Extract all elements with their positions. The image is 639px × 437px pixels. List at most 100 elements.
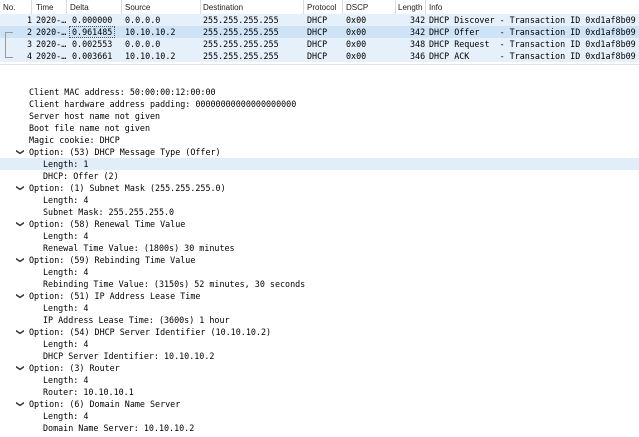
chevron-down-icon[interactable]: ❯	[14, 291, 26, 301]
tree-item[interactable]: Magic cookie: DHCP	[0, 134, 639, 146]
packet-dscp: 0x00	[346, 51, 367, 61]
packet-time: 2020-…	[36, 39, 67, 49]
packet-length: 342	[410, 15, 426, 25]
tree-item[interactable]: DHCP Server Identifier: 10.10.10.2	[0, 350, 639, 362]
packet-row[interactable]: 4 2020-… 0.003661 10.10.10.2 255.255.255…	[0, 50, 639, 62]
tree-item-label: Subnet Mask: 255.255.255.0	[43, 207, 175, 217]
packet-protocol: DHCP	[307, 51, 328, 61]
packet-delta: 0.961485	[69, 26, 116, 38]
related-packet-marker	[5, 32, 13, 33]
tree-item-label: Length: 4	[43, 411, 89, 421]
tree-item[interactable]: Length: 4	[0, 302, 639, 314]
tree-item-label: Length: 1	[43, 159, 89, 169]
related-packet-marker	[5, 57, 13, 58]
packet-source: 0.0.0.0	[125, 39, 161, 49]
tree-item-label: Boot file name not given	[29, 123, 151, 133]
tree-item-label: Rebinding Time Value: (3150s) 52 minutes…	[43, 279, 306, 289]
tree-item[interactable]: DHCP: Offer (2)	[0, 170, 639, 182]
tree-item-option-51[interactable]: ❯ Option: (51) IP Address Lease Time	[0, 290, 639, 302]
column-header-source[interactable]: Source	[125, 3, 150, 12]
packet-length: 342	[410, 27, 426, 37]
tree-item-label: Length: 4	[43, 267, 89, 277]
packet-row[interactable]: 3 2020-… 0.002553 0.0.0.0 255.255.255.25…	[0, 38, 639, 50]
packet-no: 3	[27, 39, 33, 49]
tree-item-label: Option: (53) DHCP Message Type (Offer)	[29, 147, 221, 157]
tree-item-label: Domain Name Server: 10.10.10.2	[43, 423, 195, 433]
packet-delta: 0.000000	[72, 15, 113, 25]
tree-item-option-1[interactable]: ❯ Option: (1) Subnet Mask (255.255.255.0)	[0, 182, 639, 194]
tree-item-label: Client hardware address padding: 0000000…	[29, 99, 297, 109]
tree-item[interactable]: Subnet Mask: 255.255.255.0	[0, 206, 639, 218]
packet-dscp: 0x00	[346, 39, 367, 49]
packet-info: DHCP Discover - Transaction ID 0xd1af8b0…	[429, 15, 636, 25]
packet-details-tree: Client MAC address: 50:00:00:12:00:00 Cl…	[0, 86, 639, 437]
chevron-down-icon[interactable]: ❯	[14, 363, 26, 373]
tree-item[interactable]: Length: 4	[0, 338, 639, 350]
tree-item[interactable]: Length: 4	[0, 374, 639, 386]
related-packet-line	[5, 32, 6, 58]
packet-row[interactable]: 1 2020-… 0.000000 0.0.0.0 255.255.255.25…	[0, 14, 639, 26]
column-header-time[interactable]: Time	[36, 3, 53, 12]
tree-item-label: Option: (54) DHCP Server Identifier (10.…	[29, 327, 272, 337]
tree-item-label: Server host name not given	[29, 111, 161, 121]
packet-length: 346	[410, 51, 426, 61]
packet-source: 10.10.10.2	[125, 51, 176, 61]
tree-item-option-59[interactable]: ❯ Option: (59) Rebinding Time Value	[0, 254, 639, 266]
tree-item[interactable]: Rebinding Time Value: (3150s) 52 minutes…	[0, 278, 639, 290]
tree-item-label: Option: (59) Rebinding Time Value	[29, 255, 196, 265]
packet-info: DHCP Request - Transaction ID 0xd1af8b09	[429, 39, 636, 49]
packet-time: 2020-…	[36, 51, 67, 61]
tree-item-selected[interactable]: Length: 1	[0, 158, 639, 170]
packet-dscp: 0x00	[346, 27, 367, 37]
tree-item-label: Router: 10.10.10.1	[43, 387, 134, 397]
tree-item-label: DHCP: Offer (2)	[43, 171, 119, 181]
packet-destination: 255.255.255.255	[203, 15, 279, 25]
chevron-down-icon[interactable]: ❯	[14, 255, 26, 265]
tree-item-label: Client MAC address: 50:00:00:12:00:00	[29, 87, 216, 97]
tree-item[interactable]: Length: 4	[0, 266, 639, 278]
column-header-no[interactable]: No.	[3, 3, 15, 12]
column-header-info[interactable]: Info	[429, 3, 442, 12]
tree-item-option-58[interactable]: ❯ Option: (58) Renewal Time Value	[0, 218, 639, 230]
tree-item-label: Option: (1) Subnet Mask (255.255.255.0)	[29, 183, 226, 193]
tree-item-option-54[interactable]: ❯ Option: (54) DHCP Server Identifier (10…	[0, 326, 639, 338]
tree-item[interactable]: Router: 10.10.10.1	[0, 386, 639, 398]
tree-item-label: Length: 4	[43, 339, 89, 349]
packet-list: No. Time Delta Source Destination Protoc…	[0, 0, 639, 64]
chevron-down-icon[interactable]: ❯	[14, 399, 26, 409]
tree-item-label: Option: (58) Renewal Time Value	[29, 219, 186, 229]
tree-item-label: Option: (3) Router	[29, 363, 120, 373]
tree-item-option-6[interactable]: ❯ Option: (6) Domain Name Server	[0, 398, 639, 410]
packet-length: 348	[410, 39, 426, 49]
tree-item[interactable]: Boot file name not given	[0, 122, 639, 134]
column-header-destination[interactable]: Destination	[203, 3, 243, 12]
tree-item-option-3[interactable]: ❯ Option: (3) Router	[0, 362, 639, 374]
column-header-protocol[interactable]: Protocol	[307, 3, 336, 12]
tree-item-option-53[interactable]: ❯ Option: (53) DHCP Message Type (Offer)	[0, 146, 639, 158]
chevron-down-icon[interactable]: ❯	[14, 183, 26, 193]
chevron-down-icon[interactable]: ❯	[14, 327, 26, 337]
packet-list-header: No. Time Delta Source Destination Protoc…	[0, 0, 639, 15]
packet-protocol: DHCP	[307, 15, 328, 25]
tree-item[interactable]: Renewal Time Value: (1800s) 30 minutes	[0, 242, 639, 254]
column-header-dscp[interactable]: DSCP	[346, 3, 368, 12]
tree-item[interactable]: Client MAC address: 50:00:00:12:00:00	[0, 86, 639, 98]
chevron-down-icon[interactable]: ❯	[14, 219, 26, 229]
tree-item[interactable]: Domain Name Server: 10.10.10.2	[0, 422, 639, 434]
tree-item[interactable]: Length: 4	[0, 410, 639, 422]
tree-item[interactable]: Length: 4	[0, 194, 639, 206]
chevron-down-icon[interactable]: ❯	[14, 147, 26, 157]
tree-item[interactable]: IP Address Lease Time: (3600s) 1 hour	[0, 314, 639, 326]
tree-item[interactable]: Length: 4	[0, 230, 639, 242]
tree-item-label: IP Address Lease Time: (3600s) 1 hour	[43, 315, 230, 325]
tree-item[interactable]: Client hardware address padding: 0000000…	[0, 98, 639, 110]
column-header-length[interactable]: Length	[398, 3, 422, 12]
pane-splitter[interactable]	[0, 64, 639, 85]
tree-item-label: DHCP Server Identifier: 10.10.10.2	[43, 351, 215, 361]
packet-time: 2020-…	[36, 27, 67, 37]
packet-row-selected[interactable]: 2 2020-… 0.961485 10.10.10.2 255.255.255…	[0, 26, 639, 38]
tree-item[interactable]: Server host name not given	[0, 110, 639, 122]
column-header-delta[interactable]: Delta	[70, 3, 89, 12]
packet-no: 4	[27, 51, 33, 61]
tree-item-label: Renewal Time Value: (1800s) 30 minutes	[43, 243, 235, 253]
